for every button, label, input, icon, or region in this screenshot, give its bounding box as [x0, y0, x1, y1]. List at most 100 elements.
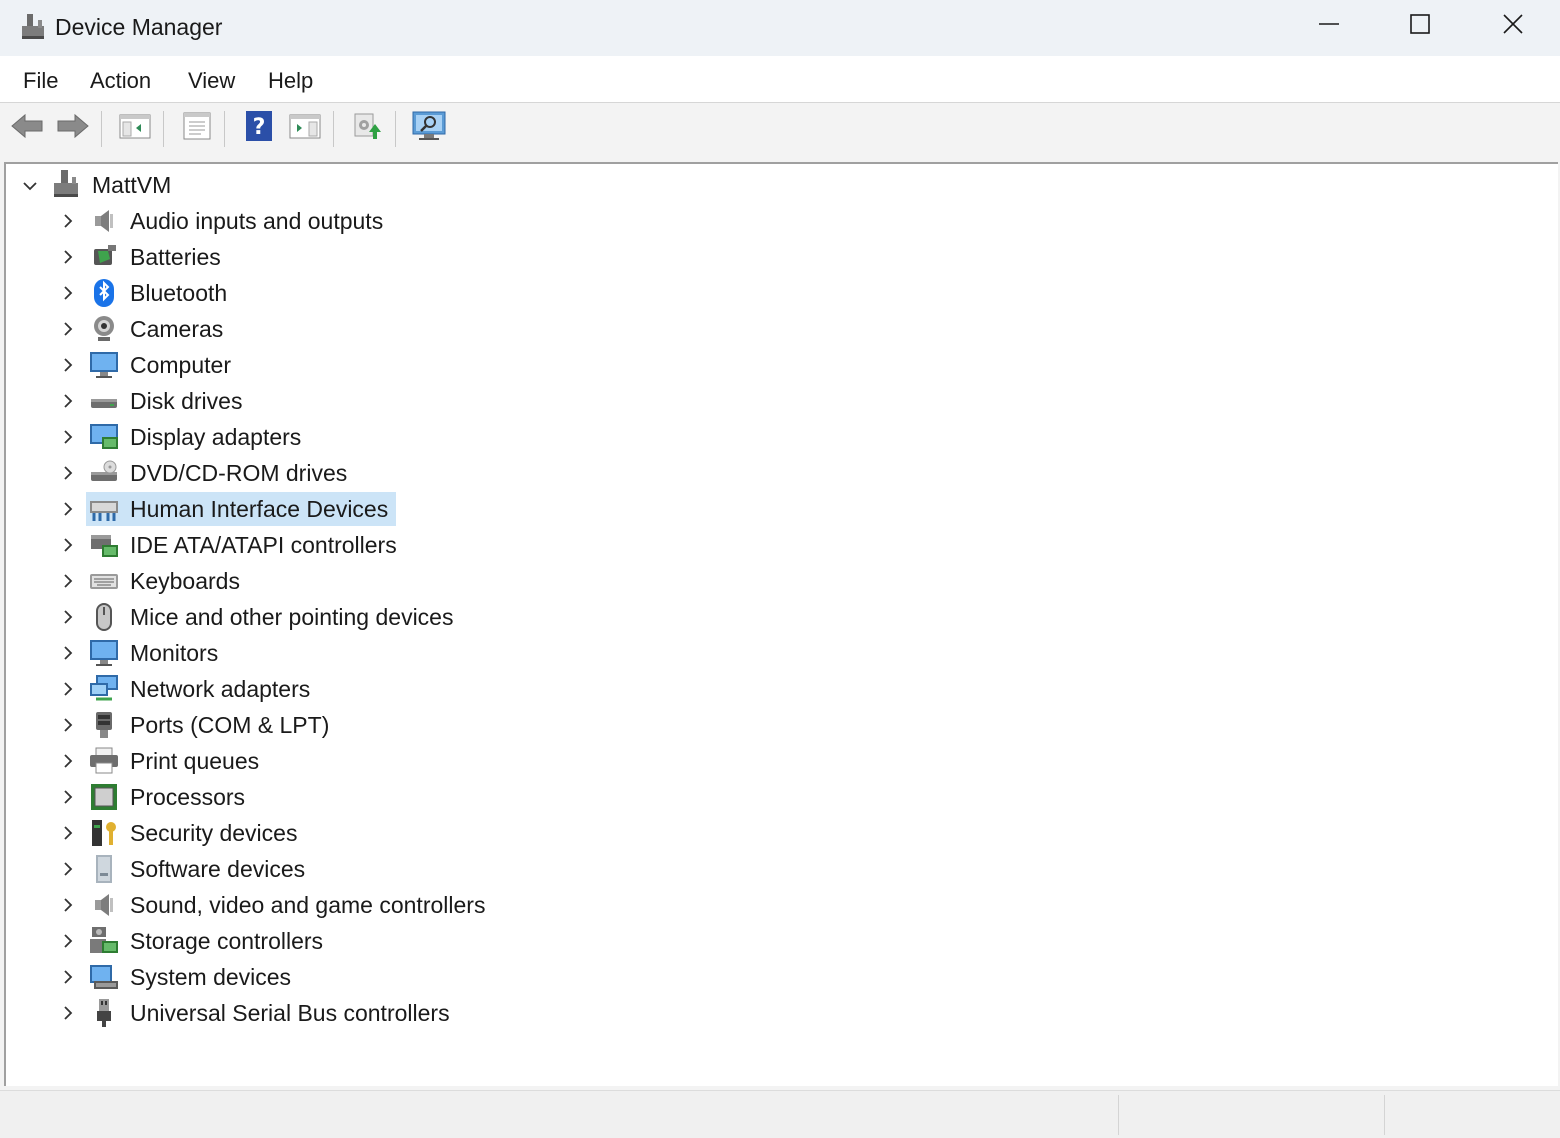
expand-chevron-icon[interactable]: [60, 753, 76, 769]
battery-icon: [88, 241, 120, 273]
toolbar-separator: [224, 111, 225, 147]
mouse-icon: [88, 601, 120, 633]
update-driver-icon: [351, 110, 383, 147]
show-action-pane-button[interactable]: [288, 111, 322, 145]
tree-item-label[interactable]: System devices: [130, 960, 291, 994]
tree-item-label[interactable]: Disk drives: [130, 384, 242, 418]
menu-view[interactable]: View: [188, 68, 235, 94]
tree-item-label[interactable]: Cameras: [130, 312, 223, 346]
expand-chevron-icon[interactable]: [60, 501, 76, 517]
expand-chevron-icon[interactable]: [60, 645, 76, 661]
tree-item-label[interactable]: Mice and other pointing devices: [130, 600, 453, 634]
update-driver-button[interactable]: [350, 111, 384, 145]
expand-chevron-icon[interactable]: [60, 825, 76, 841]
tree-item-label[interactable]: Computer: [130, 348, 231, 382]
tree-item-label[interactable]: Print queues: [130, 744, 259, 778]
security-device-icon: [88, 817, 120, 849]
expand-chevron-icon[interactable]: [60, 969, 76, 985]
port-icon: [88, 709, 120, 741]
menu-file[interactable]: File: [23, 68, 58, 94]
expand-chevron-icon[interactable]: [60, 897, 76, 913]
maximize-button[interactable]: [1374, 0, 1466, 52]
expand-chevron-icon[interactable]: [60, 285, 76, 301]
status-bar: [0, 1090, 1560, 1138]
expand-chevron-icon[interactable]: [60, 321, 76, 337]
tree-item-label[interactable]: Universal Serial Bus controllers: [130, 996, 450, 1030]
show-action-pane-icon: [289, 112, 321, 145]
toolbar-separator: [333, 111, 334, 147]
title-bar[interactable]: Device Manager: [0, 0, 1560, 56]
minimize-icon: [1318, 13, 1340, 40]
toolbar-separator: [163, 111, 164, 147]
dvd-drive-icon: [88, 457, 120, 489]
toolbar-separator: [395, 111, 396, 147]
speaker-icon: [88, 205, 120, 237]
computer-root-icon: [50, 168, 82, 200]
expand-chevron-icon[interactable]: [60, 861, 76, 877]
expand-chevron-icon[interactable]: [60, 213, 76, 229]
show-hide-console-tree-icon: [119, 112, 151, 145]
scan-hardware-icon: [412, 110, 446, 147]
ide-controller-icon: [88, 529, 120, 561]
show-hide-console-tree-button[interactable]: [118, 111, 152, 145]
menu-help[interactable]: Help: [268, 68, 313, 94]
expand-chevron-icon[interactable]: [60, 933, 76, 949]
computer-icon: [88, 349, 120, 381]
close-icon: [1502, 13, 1524, 40]
keyboard-icon: [88, 565, 120, 597]
close-button[interactable]: [1467, 0, 1559, 52]
menu-action[interactable]: Action: [90, 68, 151, 94]
tree-item-label[interactable]: Security devices: [130, 816, 297, 850]
expand-chevron-icon[interactable]: [60, 429, 76, 445]
display-adapter-icon: [88, 421, 120, 453]
printer-icon: [88, 745, 120, 777]
expand-chevron-icon[interactable]: [60, 537, 76, 553]
tree-item-label[interactable]: Keyboards: [130, 564, 240, 598]
expand-chevron-icon[interactable]: [60, 465, 76, 481]
tree-item-label[interactable]: Batteries: [130, 240, 221, 274]
expand-chevron-icon[interactable]: [60, 393, 76, 409]
device-tree[interactable]: MattVM Audio inputs and outputs Batteries…: [4, 162, 1558, 1086]
properties-button[interactable]: [180, 111, 214, 145]
expand-chevron-icon[interactable]: [60, 249, 76, 265]
expand-chevron-icon[interactable]: [60, 573, 76, 589]
tree-item-label[interactable]: Ports (COM & LPT): [130, 708, 329, 742]
toolbar-separator: [101, 111, 102, 147]
tree-item-label[interactable]: IDE ATA/ATAPI controllers: [130, 528, 397, 562]
tree-item-label[interactable]: Monitors: [130, 636, 218, 670]
forward-button[interactable]: [56, 111, 90, 145]
help-icon: ?: [245, 110, 273, 147]
usb-icon: [88, 997, 120, 1029]
expand-chevron-icon[interactable]: [60, 357, 76, 373]
scan-hardware-button[interactable]: [412, 111, 446, 145]
disk-drive-icon: [88, 385, 120, 417]
help-button[interactable]: ?: [242, 110, 276, 147]
window-title: Device Manager: [55, 14, 223, 40]
bluetooth-icon: [88, 277, 120, 309]
tree-item-label[interactable]: DVD/CD-ROM drives: [130, 456, 347, 490]
tree-item-label[interactable]: Sound, video and game controllers: [130, 888, 485, 922]
processor-icon: [88, 781, 120, 813]
tree-item-label[interactable]: Network adapters: [130, 672, 310, 706]
tree-item-label[interactable]: Human Interface Devices: [130, 492, 388, 526]
monitor-icon: [88, 637, 120, 669]
expand-chevron-icon[interactable]: [60, 609, 76, 625]
tree-item-label[interactable]: Processors: [130, 780, 245, 814]
maximize-icon: [1409, 13, 1431, 40]
expand-chevron-icon[interactable]: [60, 717, 76, 733]
tree-item-label[interactable]: Audio inputs and outputs: [130, 204, 383, 238]
expand-chevron-icon[interactable]: [60, 789, 76, 805]
toolbar: ?: [0, 103, 1560, 151]
status-separator: [1384, 1095, 1385, 1135]
hid-icon: [88, 493, 120, 525]
expand-chevron-icon[interactable]: [60, 1005, 76, 1021]
minimize-button[interactable]: [1283, 0, 1375, 52]
collapse-chevron-icon[interactable]: [22, 178, 38, 194]
tree-item-label[interactable]: Software devices: [130, 852, 305, 886]
tree-item-label[interactable]: Bluetooth: [130, 276, 227, 310]
expand-chevron-icon[interactable]: [60, 681, 76, 697]
tree-item-label[interactable]: Storage controllers: [130, 924, 323, 958]
tree-item-label[interactable]: Display adapters: [130, 420, 301, 454]
back-button[interactable]: [10, 111, 44, 145]
tree-root-label[interactable]: MattVM: [92, 168, 171, 202]
